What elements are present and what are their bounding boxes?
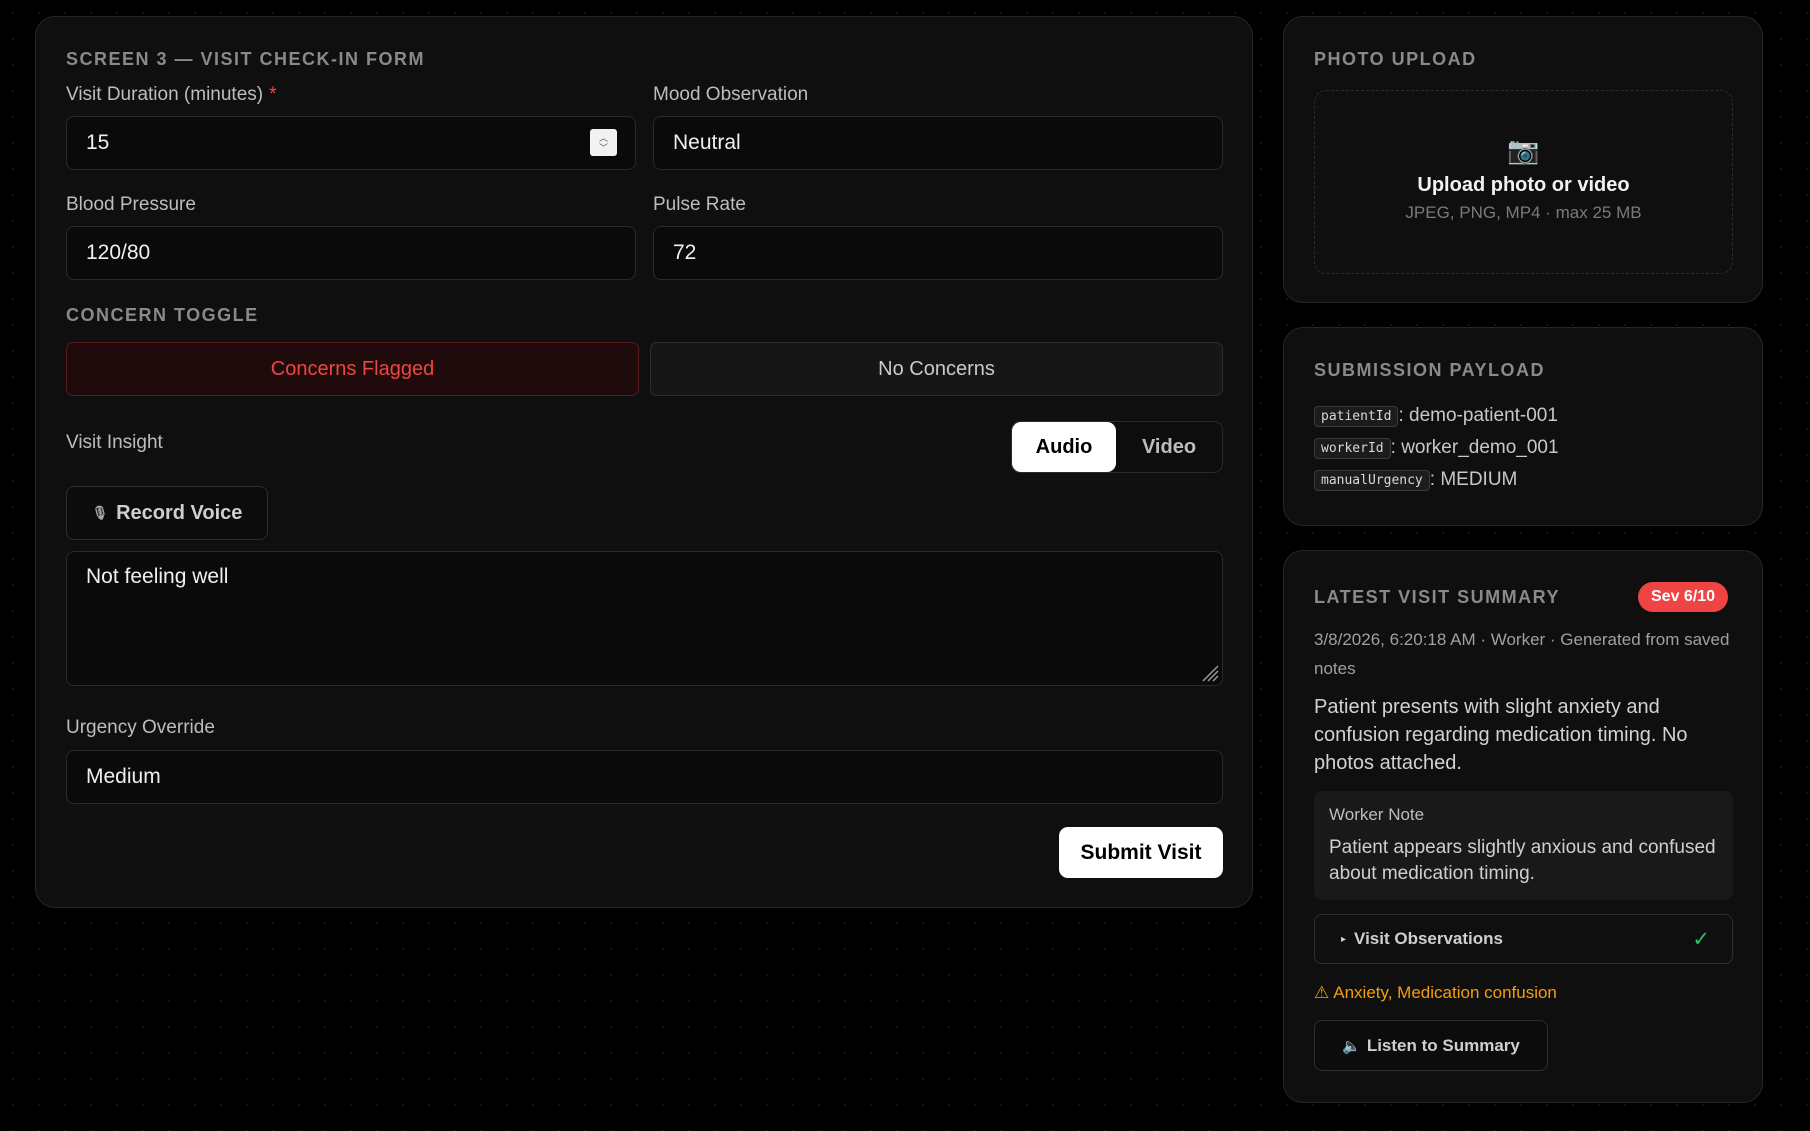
duration-input[interactable]: 15 ︿ ﹀ — [66, 116, 636, 170]
visit-note-value: Not feeling well — [86, 565, 229, 588]
warning-line: ⚠ Anxiety, Medication confusion — [1314, 983, 1557, 1003]
worker-note-text: Patient appears slightly anxious and con… — [1329, 837, 1716, 884]
urgency-value: Medium — [86, 765, 161, 788]
submission-payload-card: SUBMISSION PAYLOAD patientId : demo-pati… — [1283, 327, 1763, 526]
upload-heading: Upload photo or video — [1417, 174, 1630, 196]
listen-summary-button[interactable]: 🔈 Listen to Summary — [1314, 1020, 1548, 1071]
visit-observations-label: Visit Observations — [1354, 929, 1503, 948]
severity-badge: Sev 6/10 — [1638, 582, 1729, 612]
resize-handle-icon[interactable] — [1199, 662, 1219, 682]
check-icon: ✓ — [1692, 927, 1710, 951]
duration-value: 15 — [86, 131, 110, 154]
blood-pressure-label: Blood Pressure — [66, 194, 196, 215]
summary-meta: 3/8/2026, 6:20:18 AM · Worker · Generate… — [1314, 630, 1730, 678]
payload-title: SUBMISSION PAYLOAD — [1314, 360, 1546, 380]
photo-upload-title: PHOTO UPLOAD — [1314, 49, 1477, 69]
payload-value: demo-patient-001 — [1409, 405, 1558, 426]
required-mark: * — [269, 84, 277, 105]
mood-input[interactable]: Neutral — [653, 116, 1223, 170]
pulse-input[interactable]: 72 — [653, 226, 1223, 280]
audio-mode-label: Audio — [1035, 435, 1093, 458]
payload-row: patientId : demo-patient-001 — [1314, 400, 1559, 432]
payload-separator: : — [1390, 437, 1402, 458]
audio-mode-button[interactable]: Audio — [1012, 422, 1116, 472]
pulse-value: 72 — [673, 241, 697, 264]
urgency-label: Urgency Override — [66, 717, 215, 738]
payload-row: workerId : worker_demo_001 — [1314, 432, 1559, 464]
visit-observations-toggle[interactable]: ▸ Visit Observations ✓ — [1314, 914, 1733, 964]
duration-label: Visit Duration (minutes) * — [66, 84, 277, 106]
summary-text: Patient presents with slight anxiety and… — [1314, 696, 1688, 774]
payload-separator: : — [1429, 469, 1441, 490]
video-mode-label: Video — [1141, 435, 1197, 458]
payload-separator: : — [1398, 405, 1410, 426]
visit-summary-card: LATEST VISIT SUMMARY Sev 6/10 3/8/2026, … — [1283, 550, 1763, 1103]
camera-icon: 📷 — [1507, 135, 1540, 165]
visit-checkin-form: SCREEN 3 — VISIT CHECK-IN FORM Visit Dur… — [35, 16, 1253, 908]
warning-text: Anxiety, Medication confusion — [1333, 983, 1557, 1002]
listen-summary-label: Listen to Summary — [1366, 1035, 1520, 1055]
payload-value: worker_demo_001 — [1401, 437, 1559, 458]
visit-note-textarea[interactable]: Not feeling well — [66, 551, 1223, 686]
form-title: SCREEN 3 — VISIT CHECK-IN FORM — [66, 49, 426, 69]
worker-note-label: Worker Note — [1329, 805, 1425, 824]
worker-note-box: Worker Note Patient appears slightly anx… — [1314, 791, 1733, 900]
upload-dropzone[interactable]: 📷 Upload photo or video JPEG, PNG, MP4 ·… — [1314, 90, 1733, 274]
visit-insight-label: Visit Insight — [66, 432, 163, 453]
concern-toggle-label: CONCERN TOGGLE — [66, 305, 259, 325]
duration-stepper[interactable]: ︿ ﹀ — [590, 129, 617, 156]
blood-pressure-value: 120/80 — [86, 241, 151, 264]
payload-row: manualUrgency : MEDIUM — [1314, 464, 1559, 496]
pulse-label: Pulse Rate — [653, 194, 746, 215]
payload-key: patientId — [1314, 405, 1399, 427]
submit-visit-label: Submit Visit — [1080, 840, 1202, 864]
mood-label: Mood Observation — [653, 84, 809, 105]
summary-title: LATEST VISIT SUMMARY — [1314, 587, 1560, 607]
speaker-icon: 🔈 — [1342, 1037, 1361, 1055]
record-voice-button[interactable]: 🎙 Record Voice — [66, 486, 268, 540]
urgency-select[interactable]: Medium — [66, 750, 1223, 804]
submit-visit-button[interactable]: Submit Visit — [1059, 827, 1223, 878]
blood-pressure-input[interactable]: 120/80 — [66, 226, 636, 280]
video-mode-button[interactable]: Video — [1116, 422, 1222, 472]
payload-key: workerId — [1314, 437, 1391, 459]
disclosure-triangle-icon: ▸ — [1341, 933, 1347, 945]
microphone-icon: 🎙 — [91, 505, 109, 520]
upload-hint: JPEG, PNG, MP4 · max 25 MB — [1405, 203, 1642, 222]
mood-value: Neutral — [673, 131, 741, 154]
payload-key: manualUrgency — [1314, 469, 1430, 491]
duration-label-text: Visit Duration (minutes) — [66, 84, 264, 105]
photo-upload-card: PHOTO UPLOAD 📷 Upload photo or video JPE… — [1283, 16, 1763, 303]
concerns-flagged-label: Concerns Flagged — [270, 357, 435, 380]
chevron-down-icon[interactable]: ﹀ — [599, 143, 608, 153]
payload-list: patientId : demo-patient-001 workerId : … — [1314, 400, 1559, 496]
warning-icon: ⚠ — [1314, 983, 1330, 1002]
no-concerns-label: No Concerns — [878, 357, 995, 380]
no-concerns-button[interactable]: No Concerns — [650, 342, 1223, 396]
chevron-up-icon[interactable]: ︿ — [599, 133, 608, 143]
concerns-flagged-button[interactable]: Concerns Flagged — [66, 342, 639, 396]
payload-value: MEDIUM — [1440, 469, 1518, 490]
record-voice-label: Record Voice — [116, 501, 243, 524]
